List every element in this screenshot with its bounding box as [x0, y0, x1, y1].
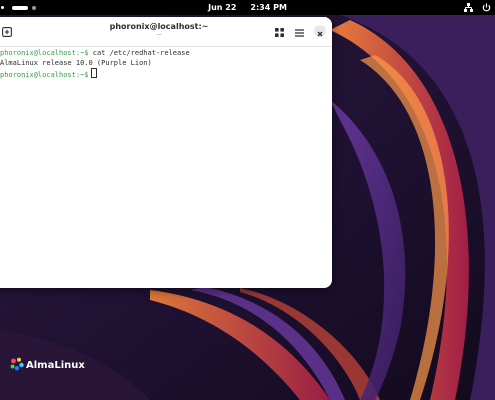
terminal-line: AlmaLinux release 10.0 (Purple Lion)	[0, 58, 332, 68]
command-output: AlmaLinux release 10.0 (Purple Lion)	[0, 59, 152, 67]
almalinux-logo: AlmaLinux	[10, 357, 85, 374]
terminal-output[interactable]: phoronix@localhost:~$ cat /etc/redhat-re…	[0, 47, 332, 288]
power-icon	[482, 3, 491, 12]
terminal-line: phoronix@localhost:~$	[0, 68, 332, 80]
shell-prompt: phoronix@localhost:~$	[0, 71, 89, 79]
main-menu-button[interactable]	[292, 24, 306, 38]
network-icon	[464, 3, 473, 12]
hamburger-menu-icon	[294, 22, 304, 41]
clock[interactable]: Jun 22 2:34 PM	[0, 0, 495, 15]
terminal-window[interactable]: phoronix@localhost:~ — phoronix@localhos…	[0, 17, 332, 288]
view-tabs-button[interactable]	[272, 24, 286, 38]
top-bar: Jun 22 2:34 PM	[0, 0, 495, 15]
command-text: cat /etc/redhat-release	[88, 49, 190, 57]
shell-prompt: phoronix@localhost:~$	[0, 49, 89, 57]
grid-icon	[274, 22, 284, 41]
time-label: 2:34 PM	[250, 3, 287, 12]
close-button[interactable]	[314, 25, 326, 37]
window-headerbar[interactable]: phoronix@localhost:~ —	[0, 17, 332, 47]
close-icon	[317, 22, 323, 41]
logo-text: AlmaLinux	[26, 360, 85, 371]
almalinux-logo-icon	[10, 357, 24, 374]
date-label: Jun 22	[208, 3, 237, 12]
terminal-line: phoronix@localhost:~$ cat /etc/redhat-re…	[0, 48, 332, 58]
system-tray[interactable]	[464, 0, 495, 15]
cursor	[90, 68, 97, 78]
